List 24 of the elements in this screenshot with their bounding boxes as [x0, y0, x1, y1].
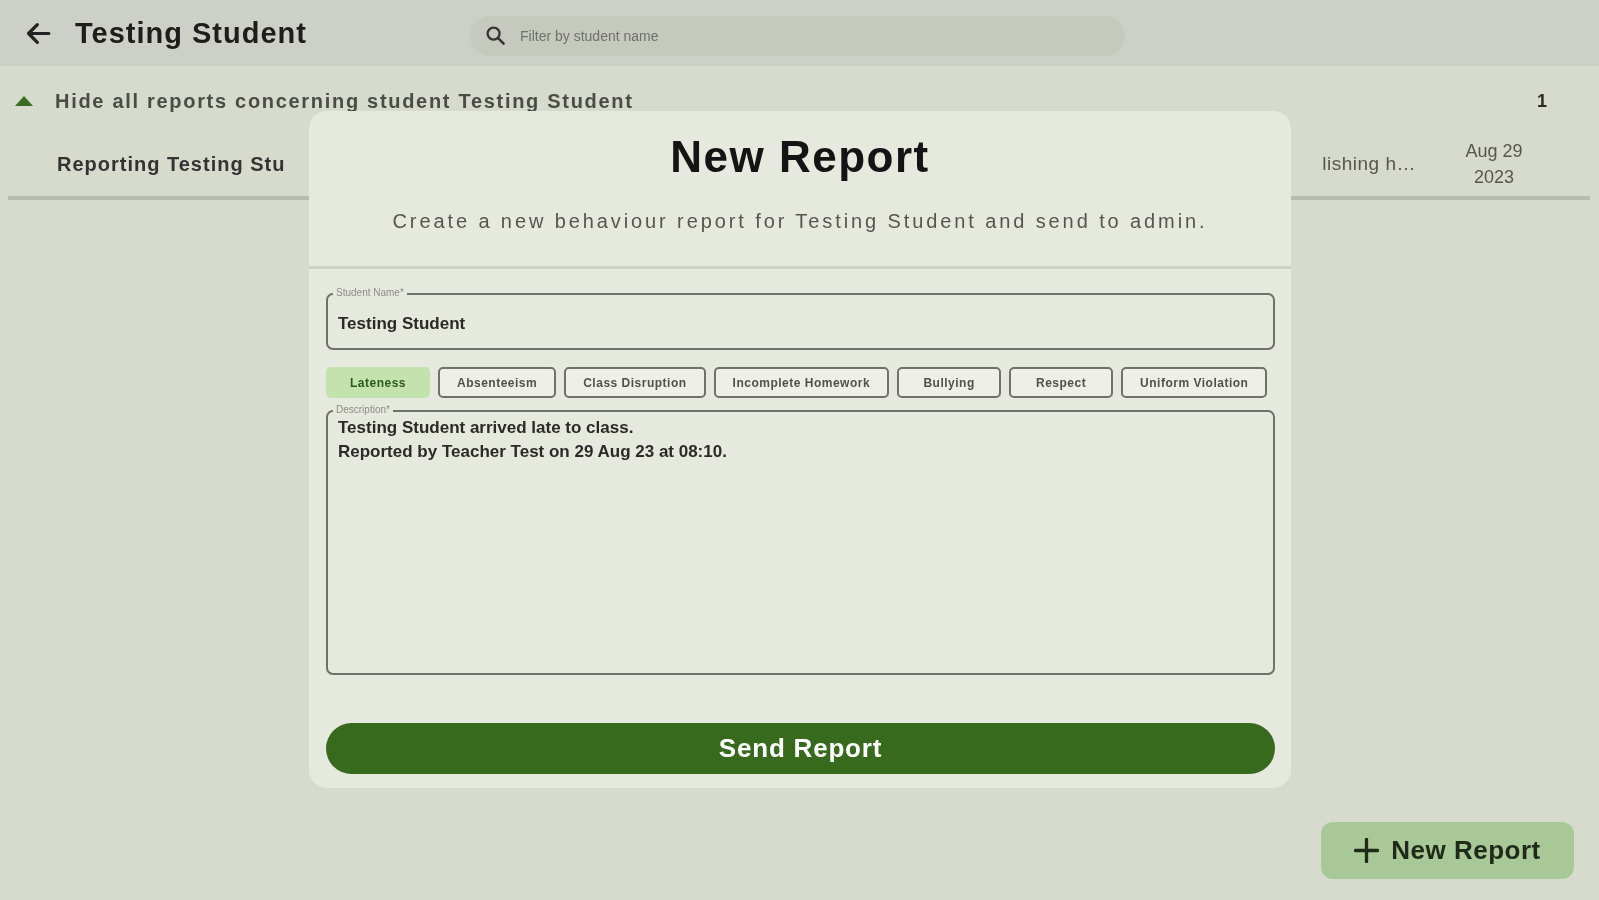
page-title: Testing Student [75, 16, 307, 50]
report-title: Reporting Testing Stu [57, 152, 286, 175]
dialog-subtitle: Create a new behaviour report for Testing Student and send to admin. [391, 209, 1209, 233]
back-arrow-icon[interactable] [25, 21, 51, 45]
dialog-title: New Report [669, 131, 931, 183]
category-chip[interactable]: Respect [1009, 367, 1114, 398]
category-chip[interactable]: Bullying [897, 367, 1002, 398]
category-chip[interactable]: Class Disruption [564, 367, 706, 398]
search-field[interactable]: Filter by student name [470, 16, 1125, 56]
field-label: Student Name* [333, 287, 407, 299]
plus-icon [1354, 838, 1380, 863]
report-count: 1 [1537, 90, 1547, 112]
category-chip[interactable]: Lateness [326, 367, 430, 398]
report-summary: lishing h… [1322, 153, 1416, 175]
category-chip[interactable]: Incomplete Homework [713, 367, 890, 398]
category-chip[interactable]: Absenteeism [438, 367, 557, 398]
group-label[interactable]: Hide all reports concerning student Testing Student [55, 89, 634, 113]
field-label: Description* [333, 404, 393, 416]
new-report-button[interactable]: New Report [1321, 822, 1574, 879]
report-date: Aug 29 2023 [1464, 140, 1524, 189]
category-chip[interactable]: Uniform Violation [1121, 367, 1268, 398]
send-report-button[interactable]: Send Report [326, 723, 1275, 774]
triangle-icon[interactable] [15, 96, 33, 106]
search-icon [486, 26, 505, 45]
